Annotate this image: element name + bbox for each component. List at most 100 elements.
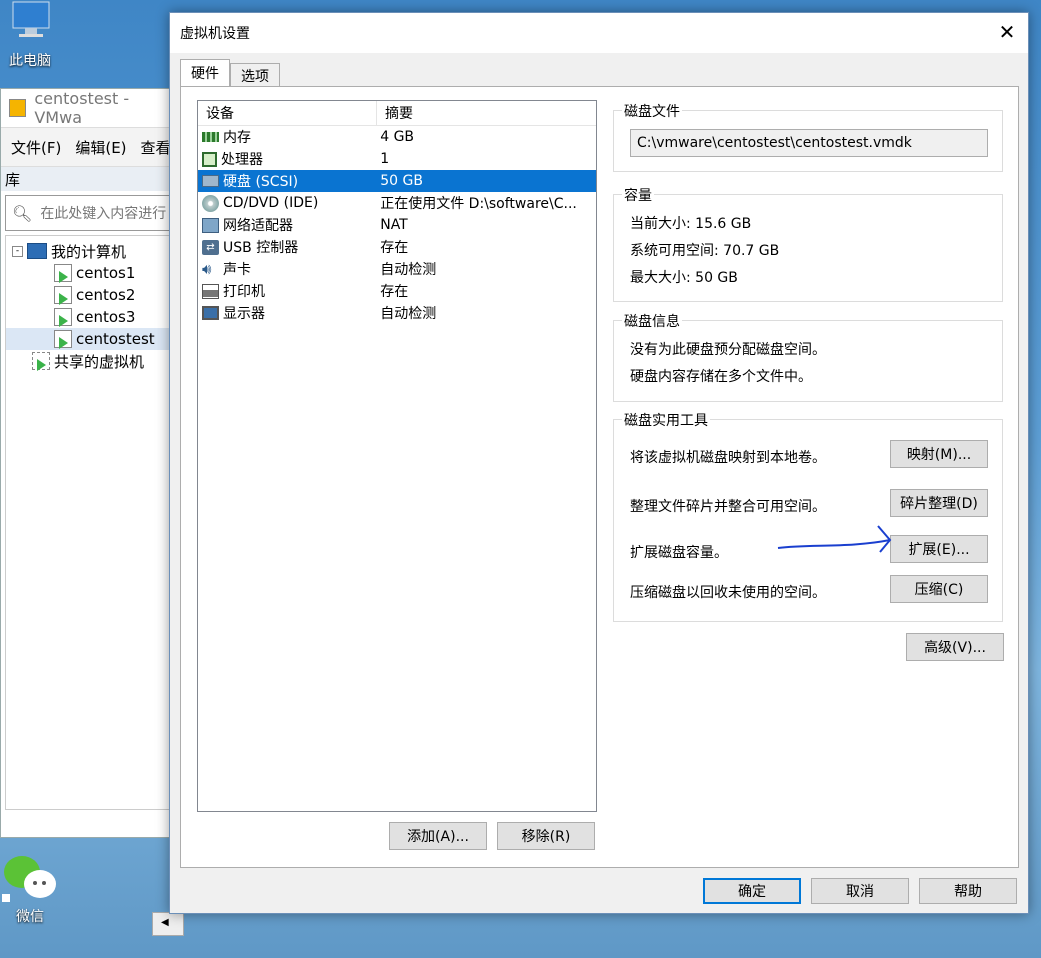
map-description: 将该虚拟机磁盘映射到本地卷。 bbox=[630, 450, 826, 466]
tab-options[interactable]: 选项 bbox=[230, 63, 280, 88]
help-button[interactable]: 帮助 bbox=[919, 878, 1017, 904]
disk-info-title: 磁盘信息 bbox=[622, 311, 682, 331]
tree-vm-label: centostest bbox=[76, 330, 155, 348]
map-button[interactable]: 映射(M)... bbox=[890, 440, 988, 468]
library-label: 库 bbox=[1, 167, 176, 191]
scroll-left-button[interactable]: ◀ bbox=[152, 912, 184, 936]
wechat-icon bbox=[2, 856, 56, 902]
remove-device-button[interactable]: 移除(R) bbox=[497, 822, 595, 850]
add-device-button[interactable]: 添加(A)... bbox=[389, 822, 487, 850]
device-name: USB 控制器 bbox=[223, 240, 299, 256]
device-row-network[interactable]: 网络适配器 NAT bbox=[198, 214, 596, 236]
device-name: CD/DVD (IDE) bbox=[223, 195, 319, 211]
compact-description: 压缩磁盘以回收未使用的空间。 bbox=[630, 585, 826, 601]
device-summary: 存在 bbox=[380, 240, 409, 256]
menu-file[interactable]: 文件(F) bbox=[11, 137, 61, 158]
device-summary: 1 bbox=[380, 151, 390, 167]
cancel-button[interactable]: 取消 bbox=[811, 878, 909, 904]
device-row-sound[interactable]: 🔊︎ 声卡 自动检测 bbox=[198, 258, 596, 280]
disk-info-line2: 硬盘内容存储在多个文件中。 bbox=[630, 369, 812, 385]
scroll-left-icon: ◀ bbox=[161, 917, 169, 928]
hardware-panel: 设备 摘要 内存 4 GB 处理器 1 硬盘 (SCSI) 50 GB CD/D… bbox=[180, 86, 1019, 868]
device-summary: 自动检测 bbox=[380, 262, 437, 278]
shared-vm-icon bbox=[32, 352, 50, 371]
defrag-description: 整理文件碎片并整合可用空间。 bbox=[630, 499, 826, 515]
device-name: 打印机 bbox=[223, 284, 265, 300]
disk-utilities-title: 磁盘实用工具 bbox=[622, 410, 710, 430]
device-name: 网络适配器 bbox=[223, 218, 293, 234]
tree-vm-centos1[interactable]: centos1 bbox=[6, 262, 171, 284]
this-pc-icon bbox=[12, 1, 50, 37]
disk-file-group: 磁盘文件 C:\vmware\centostest\centostest.vmd… bbox=[613, 101, 1003, 172]
tab-hardware[interactable]: 硬件 bbox=[180, 59, 230, 86]
expand-button[interactable]: 扩展(E)... bbox=[890, 535, 988, 563]
tree-vm-label: centos2 bbox=[76, 286, 136, 304]
vm-icon bbox=[54, 264, 72, 283]
tree-shared-label: 共享的虚拟机 bbox=[54, 352, 145, 371]
search-icon: 🔍︎ bbox=[12, 203, 33, 223]
tree-shared-vms[interactable]: 共享的虚拟机 bbox=[6, 350, 171, 372]
memory-icon bbox=[202, 132, 219, 142]
vmware-title: centostest - VMwa bbox=[34, 89, 130, 127]
device-name: 声卡 bbox=[223, 262, 251, 278]
desktop-icon-wechat[interactable]: 微信 bbox=[0, 850, 60, 926]
network-icon bbox=[202, 217, 219, 233]
device-row-memory[interactable]: 内存 4 GB bbox=[198, 126, 596, 148]
collapse-icon[interactable]: - bbox=[12, 245, 23, 257]
printer-icon bbox=[202, 283, 219, 299]
device-name: 显示器 bbox=[223, 306, 265, 322]
vmware-titlebar: centostest - VMwa bbox=[1, 89, 176, 127]
device-list-header: 设备 摘要 bbox=[198, 101, 596, 126]
device-summary: 正在使用文件 D:\software\C... bbox=[380, 196, 577, 212]
disk-file-path-field[interactable]: C:\vmware\centostest\centostest.vmdk bbox=[630, 129, 988, 157]
close-icon[interactable]: ✕ bbox=[996, 21, 1018, 43]
capacity-title: 容量 bbox=[622, 185, 654, 205]
tree-vm-centostest[interactable]: centostest bbox=[6, 328, 171, 350]
column-summary[interactable]: 摘要 bbox=[377, 101, 413, 125]
library-search-input[interactable]: 🔍︎ 在此处键入内容进行 bbox=[5, 195, 172, 231]
display-icon bbox=[202, 306, 219, 320]
menu-edit[interactable]: 编辑(E) bbox=[75, 137, 126, 158]
available-space: 系统可用空间: 70.7 GB bbox=[630, 243, 780, 259]
device-summary: 自动检测 bbox=[380, 306, 437, 322]
advanced-button[interactable]: 高级(V)... bbox=[906, 633, 1004, 661]
harddisk-icon bbox=[202, 175, 219, 187]
disk-file-title: 磁盘文件 bbox=[622, 101, 682, 121]
device-row-usb[interactable]: ⇄ USB 控制器 存在 bbox=[198, 236, 596, 258]
device-name: 处理器 bbox=[221, 152, 263, 168]
vm-icon bbox=[54, 308, 72, 327]
defrag-button[interactable]: 碎片整理(D) bbox=[890, 489, 988, 517]
disk-utilities-group: 磁盘实用工具 将该虚拟机磁盘映射到本地卷。 映射(M)... 整理文件碎片并整合… bbox=[613, 410, 1003, 622]
ok-button[interactable]: 确定 bbox=[703, 878, 801, 904]
usb-icon: ⇄ bbox=[202, 239, 219, 255]
compact-button[interactable]: 压缩(C) bbox=[890, 575, 988, 603]
tree-vm-label: centos1 bbox=[76, 264, 136, 282]
capacity-group: 容量 当前大小: 15.6 GB 系统可用空间: 70.7 GB 最大大小: 5… bbox=[613, 185, 1003, 302]
column-device[interactable]: 设备 bbox=[198, 101, 377, 125]
device-summary: 存在 bbox=[380, 284, 409, 300]
cd-icon bbox=[202, 194, 219, 212]
vmware-main-window: centostest - VMwa 文件(F) 编辑(E) 查看 库 🔍︎ 在此… bbox=[0, 88, 177, 838]
vmware-menubar: 文件(F) 编辑(E) 查看 bbox=[1, 127, 176, 167]
tree-vm-centos3[interactable]: centos3 bbox=[6, 306, 171, 328]
cpu-icon bbox=[202, 151, 217, 167]
device-row-cpu[interactable]: 处理器 1 bbox=[198, 148, 596, 170]
tree-my-computer[interactable]: - 我的计算机 bbox=[6, 240, 171, 262]
desktop-icon-this-pc[interactable]: 此电脑 bbox=[0, 0, 60, 70]
dialog-title: 虚拟机设置 bbox=[180, 26, 250, 42]
expand-description: 扩展磁盘容量。 bbox=[630, 545, 728, 561]
vm-icon bbox=[54, 286, 72, 305]
current-size: 当前大小: 15.6 GB bbox=[630, 216, 752, 232]
tree-my-computer-label: 我的计算机 bbox=[51, 242, 127, 261]
device-row-harddisk[interactable]: 硬盘 (SCSI) 50 GB bbox=[198, 170, 596, 192]
device-row-cdrom[interactable]: CD/DVD (IDE) 正在使用文件 D:\software\C... bbox=[198, 192, 596, 214]
menu-view[interactable]: 查看 bbox=[141, 137, 171, 158]
device-row-printer[interactable]: 打印机 存在 bbox=[198, 280, 596, 302]
computer-icon bbox=[27, 243, 47, 259]
tree-vm-centos2[interactable]: centos2 bbox=[6, 284, 171, 306]
search-placeholder: 在此处键入内容进行 bbox=[40, 206, 167, 222]
library-tree: - 我的计算机 centos1 centos2 centos3 centoste… bbox=[5, 235, 172, 810]
disk-info-line1: 没有为此硬盘预分配磁盘空间。 bbox=[630, 342, 826, 358]
vm-icon bbox=[54, 330, 72, 349]
device-row-display[interactable]: 显示器 自动检测 bbox=[198, 302, 596, 324]
